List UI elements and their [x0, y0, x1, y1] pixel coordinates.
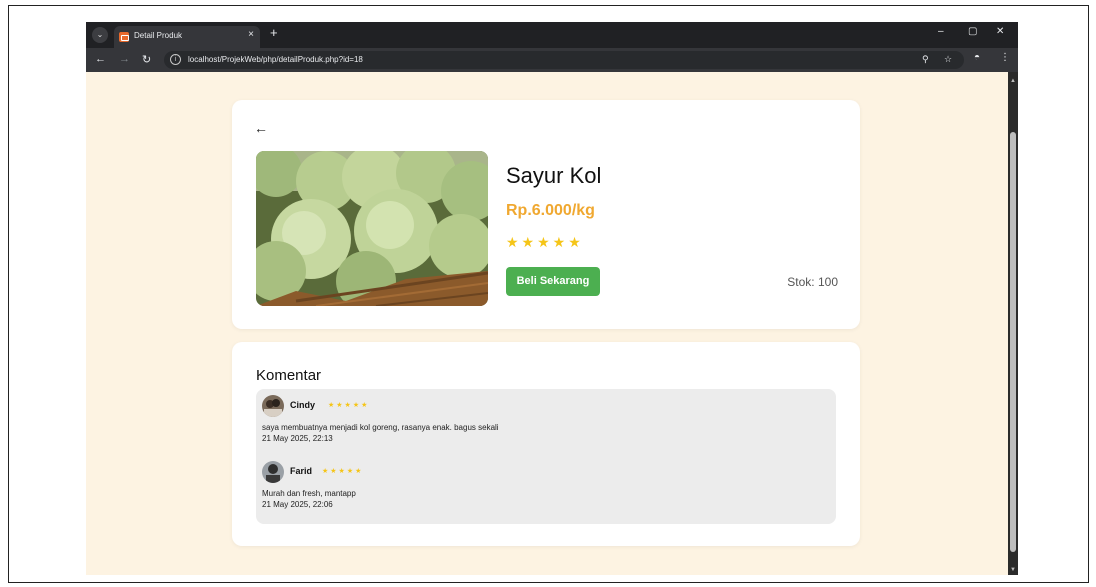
minimize-button[interactable]: –: [938, 26, 944, 37]
product-price: Rp.6.000/kg: [506, 202, 595, 219]
comment-section-title: Komentar: [256, 367, 322, 384]
comment-rating-stars: ★★★★★: [328, 402, 370, 409]
comment-list: Cindy ★★★★★ saya membuatnya menjadi kol …: [256, 389, 836, 524]
forward-nav-icon[interactable]: →: [119, 53, 130, 65]
comment-user: Farid: [290, 466, 313, 476]
close-window-button[interactable]: ✕: [996, 26, 1004, 37]
comment-user: Cindy: [290, 400, 316, 410]
comment-item: Farid ★★★★★ Murah dan fresh, mantapp 21 …: [262, 461, 822, 509]
comment-card: Komentar Cindy ★★★★★ saya membuatnya men…: [232, 342, 860, 546]
reload-icon[interactable]: ↻: [142, 53, 151, 66]
address-bar[interactable]: i localhost/ProjekWeb/php/detailProduk.p…: [164, 51, 964, 69]
buy-now-button[interactable]: Beli Sekarang: [506, 267, 600, 296]
page-scrollbar[interactable]: ▲ ▼: [1008, 72, 1018, 575]
comment-text: Murah dan fresh, mantapp: [262, 489, 356, 498]
site-info-icon[interactable]: i: [170, 54, 181, 65]
scroll-down-icon[interactable]: ▼: [1010, 567, 1016, 573]
maximize-button[interactable]: ▢: [968, 26, 977, 37]
tab-close-icon[interactable]: ×: [248, 29, 254, 40]
profile-icon[interactable]: ◓: [974, 52, 980, 63]
back-arrow-icon[interactable]: ←: [254, 120, 268, 136]
product-card: ← Sayur Kol Rp.6.000/kg ★★★★★ Beli Sekar…: [232, 100, 860, 329]
tab-bar: ⌄ Detail Produk × + – ▢ ✕: [86, 22, 1018, 48]
zoom-icon[interactable]: ⚲: [922, 54, 929, 65]
browser-window: ⌄ Detail Produk × + – ▢ ✕ ← → ↻ i localh…: [86, 22, 1018, 575]
cabbage-photo-icon: [256, 151, 488, 306]
browser-toolbar: ← → ↻ i localhost/ProjekWeb/php/detailPr…: [86, 48, 1018, 72]
comment-date: 21 May 2025, 22:13: [262, 434, 333, 443]
menu-kebab-icon[interactable]: ⋮: [1000, 52, 1010, 63]
product-name: Sayur Kol: [506, 163, 602, 188]
back-nav-icon[interactable]: ←: [95, 53, 106, 65]
product-rating-stars: ★★★★★: [506, 234, 584, 250]
url-text[interactable]: localhost/ProjekWeb/php/detailProduk.php…: [188, 55, 363, 64]
bookmark-star-icon[interactable]: ☆: [944, 54, 952, 65]
comment-date: 21 May 2025, 22:06: [262, 500, 333, 509]
tab-detail-produk[interactable]: Detail Produk ×: [114, 26, 260, 48]
comment-rating-stars: ★★★★★: [322, 468, 364, 475]
tab-search-icon[interactable]: ⌄: [92, 27, 108, 43]
scroll-thumb[interactable]: [1010, 132, 1016, 552]
page-viewport: ← Sayur Kol Rp.6.000/kg ★★★★★ Beli Sekar…: [86, 72, 1008, 575]
scroll-up-icon[interactable]: ▲: [1010, 78, 1016, 84]
comment-text: saya membuatnya menjadi kol goreng, rasa…: [262, 423, 499, 432]
avatar: [262, 395, 284, 417]
product-image: [256, 151, 488, 306]
comment-item: Cindy ★★★★★ saya membuatnya menjadi kol …: [262, 395, 822, 443]
new-tab-button[interactable]: +: [270, 25, 278, 40]
tab-title: Detail Produk: [134, 31, 183, 40]
stock-text: Stok: 100: [787, 275, 838, 289]
favicon-icon: [119, 32, 129, 42]
avatar: [262, 461, 284, 483]
